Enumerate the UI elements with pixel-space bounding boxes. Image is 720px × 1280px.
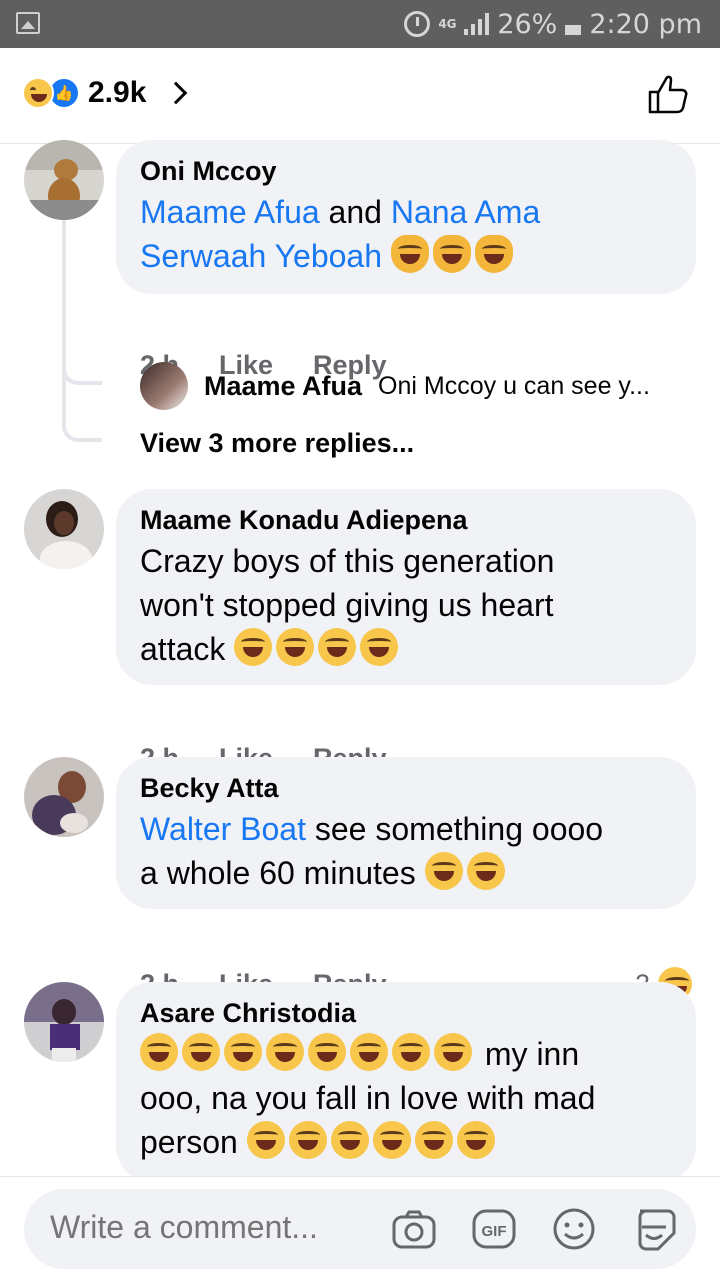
joy-icon: [372, 1121, 411, 1159]
avatar[interactable]: [24, 140, 104, 220]
reply-author[interactable]: Maame Afua: [204, 371, 362, 402]
comment-line: see something oooo: [305, 811, 604, 847]
camera-icon[interactable]: [390, 1205, 438, 1253]
joy-icon: [414, 1121, 453, 1159]
comment-text: my inn ooo, na you fall in love with mad…: [140, 1032, 672, 1164]
haha-icon: [22, 77, 54, 109]
rofl-icon: [466, 852, 505, 890]
joy-icon: [308, 1033, 346, 1071]
svg-text:GIF: GIF: [482, 1223, 507, 1240]
mention-link[interactable]: Nana Ama: [391, 194, 540, 230]
comment-author[interactable]: Asare Christodia: [140, 994, 672, 1032]
rofl-icon: [318, 628, 357, 666]
mention-link[interactable]: Maame Afua: [140, 194, 320, 230]
like-thumb-icon[interactable]: [646, 72, 690, 116]
comment-author[interactable]: Maame Konadu Adiepena: [140, 501, 672, 539]
emoji-icon[interactable]: [550, 1205, 598, 1253]
battery-icon: [565, 25, 582, 35]
avatar[interactable]: [140, 362, 188, 410]
chevron-right-icon: [165, 81, 188, 105]
comment-input[interactable]: [50, 1209, 380, 1246]
comment-text: Crazy boys of this generation won't stop…: [140, 539, 672, 671]
rofl-icon: [360, 628, 399, 666]
signal-icon: [464, 13, 490, 35]
alarm-icon: [404, 11, 431, 37]
joy-icon: [140, 1033, 178, 1071]
thread-line: [62, 218, 66, 428]
rofl-icon: [276, 628, 315, 666]
comment-bubble[interactable]: Becky Atta Walter Boat see something ooo…: [116, 757, 696, 909]
joy-icon: [456, 1121, 495, 1159]
mention-link[interactable]: Walter Boat: [140, 811, 306, 847]
comment-author[interactable]: Oni Mccoy: [140, 152, 672, 190]
comment-line: Crazy boys of this generation: [140, 543, 555, 579]
comment-text: Walter Boat see something oooo a whole 6…: [140, 807, 672, 895]
network-type: 4G: [438, 17, 457, 31]
joy-icon: [350, 1033, 388, 1071]
reactions-summary[interactable]: 👍 2.9k: [22, 76, 188, 110]
thread-branch: [62, 420, 102, 442]
rofl-icon: [424, 852, 463, 890]
rofl-icon: [234, 628, 273, 666]
comment-line: won't stopped giving us heart: [140, 587, 554, 623]
joy-icon: [288, 1121, 327, 1159]
comment-bubble[interactable]: Oni Mccoy Maame Afua and Nana Ama Serwaa…: [116, 140, 696, 294]
comment-line: a whole 60 minutes: [140, 855, 416, 891]
cat-laugh-icon: [390, 235, 429, 273]
comments-sheet: 👍 2.9k Oni Mccoy Maame Afua and Nana Ama: [0, 48, 720, 1280]
comment-joiner: and: [319, 194, 391, 230]
comment-text: Maame Afua and Nana Ama Serwaah Yeboah: [140, 190, 672, 278]
status-bar-right: 4G 26% 2:20 pm: [404, 6, 702, 42]
joy-icon: [182, 1033, 220, 1071]
comment-composer[interactable]: GIF: [24, 1189, 696, 1269]
thread-branch: [62, 363, 102, 385]
gif-icon[interactable]: GIF: [470, 1205, 518, 1253]
avatar[interactable]: [24, 489, 104, 569]
joy-icon: [434, 1033, 472, 1071]
reactions-header: 👍 2.9k: [0, 48, 720, 144]
sticker-icon[interactable]: [630, 1205, 678, 1253]
cat-laugh-icon: [474, 235, 513, 273]
joy-icon: [224, 1033, 262, 1071]
comment-line: ooo, na you fall in love with mad: [140, 1080, 596, 1116]
avatar[interactable]: [24, 757, 104, 837]
clock: 2:20 pm: [589, 8, 702, 40]
reply-preview[interactable]: Maame Afua Oni Mccoy u can see y...: [140, 362, 700, 410]
avatar[interactable]: [24, 982, 104, 1062]
comment-author[interactable]: Becky Atta: [140, 769, 672, 807]
mention-link[interactable]: Serwaah Yeboah: [140, 238, 382, 274]
joy-icon: [330, 1121, 369, 1159]
joy-icon: [392, 1033, 430, 1071]
comment-bubble[interactable]: Asare Christodia my inn ooo, na you fall…: [116, 982, 696, 1182]
comment-line: attack: [140, 631, 226, 667]
view-more-replies[interactable]: View 3 more replies...: [140, 428, 414, 459]
cat-laugh-icon: [432, 235, 471, 273]
comment-line: person: [140, 1124, 238, 1160]
reply-text: Oni Mccoy u can see y...: [378, 371, 650, 400]
joy-icon: [246, 1121, 285, 1159]
joy-icon: [266, 1033, 304, 1071]
gallery-notification-icon: [16, 12, 40, 34]
comment-composer-bar: GIF: [0, 1176, 720, 1280]
comment-line: my inn: [476, 1036, 580, 1072]
reaction-count: 2.9k: [88, 76, 147, 109]
status-bar: 4G 26% 2:20 pm: [0, 0, 720, 48]
comment-bubble[interactable]: Maame Konadu Adiepena Crazy boys of this…: [116, 489, 696, 685]
battery-percent: 26%: [497, 8, 558, 40]
